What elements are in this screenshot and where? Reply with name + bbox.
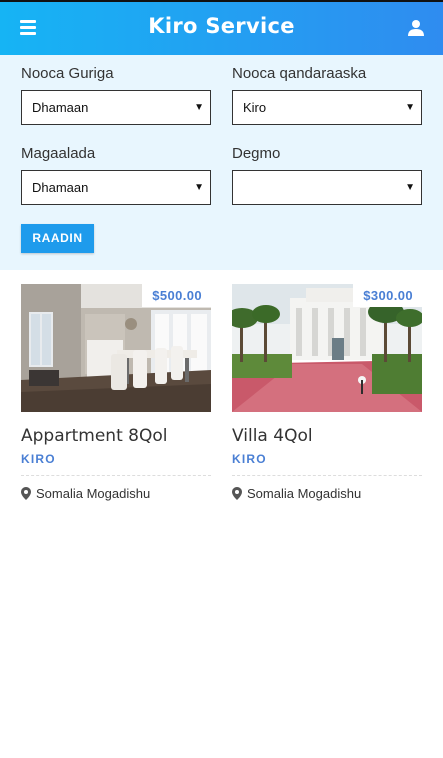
- contract-type-select[interactable]: Kiro ▼: [232, 90, 422, 125]
- app-title: Kiro Service: [148, 14, 295, 38]
- contract-type-value: Kiro: [243, 100, 267, 115]
- listing-card[interactable]: $300.00 Villa 4Qol KIRO Somalia Mogadish…: [232, 284, 422, 501]
- location-text: Somalia Mogadishu: [247, 486, 362, 501]
- city-select[interactable]: Dhamaan ▼: [21, 170, 211, 205]
- city-label: Magaalada: [21, 145, 96, 162]
- user-icon[interactable]: [407, 19, 425, 37]
- listing-price: $500.00: [142, 284, 211, 307]
- divider: [232, 475, 422, 476]
- dropdown-caret-icon: ▼: [405, 102, 415, 113]
- dropdown-caret-icon: ▼: [194, 182, 204, 193]
- dropdown-caret-icon: ▼: [405, 182, 415, 193]
- listing-card[interactable]: $500.00 Appartment 8Qol KIRO Somalia Mog…: [21, 284, 211, 501]
- district-label: Degmo: [232, 145, 281, 162]
- listing-type: KIRO: [232, 452, 267, 466]
- listing-location: Somalia Mogadishu: [21, 486, 211, 501]
- listing-title[interactable]: Appartment 8Qol: [21, 426, 211, 446]
- city-value: Dhamaan: [32, 180, 89, 195]
- listing-price: $300.00: [353, 284, 422, 307]
- search-filters-panel: Nooca Guriga Dhamaan ▼ Nooca qandaraaska…: [0, 55, 443, 270]
- dropdown-caret-icon: ▼: [194, 102, 204, 113]
- map-pin-icon: [21, 487, 31, 500]
- map-pin-icon: [232, 487, 242, 500]
- divider: [21, 475, 211, 476]
- listing-photo-villa[interactable]: $300.00: [232, 284, 422, 412]
- location-text: Somalia Mogadishu: [36, 486, 151, 501]
- listing-type: KIRO: [21, 452, 56, 466]
- listing-photo-apartment[interactable]: $500.00: [21, 284, 211, 412]
- search-button[interactable]: RAADIN: [21, 224, 94, 253]
- house-type-value: Dhamaan: [32, 100, 89, 115]
- listing-title[interactable]: Villa 4Qol: [232, 426, 422, 446]
- house-type-label: Nooca Guriga: [21, 65, 114, 82]
- house-type-select[interactable]: Dhamaan ▼: [21, 90, 211, 125]
- app-header: Kiro Service: [0, 0, 443, 55]
- district-select[interactable]: ▼: [232, 170, 422, 205]
- listing-location: Somalia Mogadishu: [232, 486, 422, 501]
- contract-type-label: Nooca qandaraaska: [232, 65, 367, 82]
